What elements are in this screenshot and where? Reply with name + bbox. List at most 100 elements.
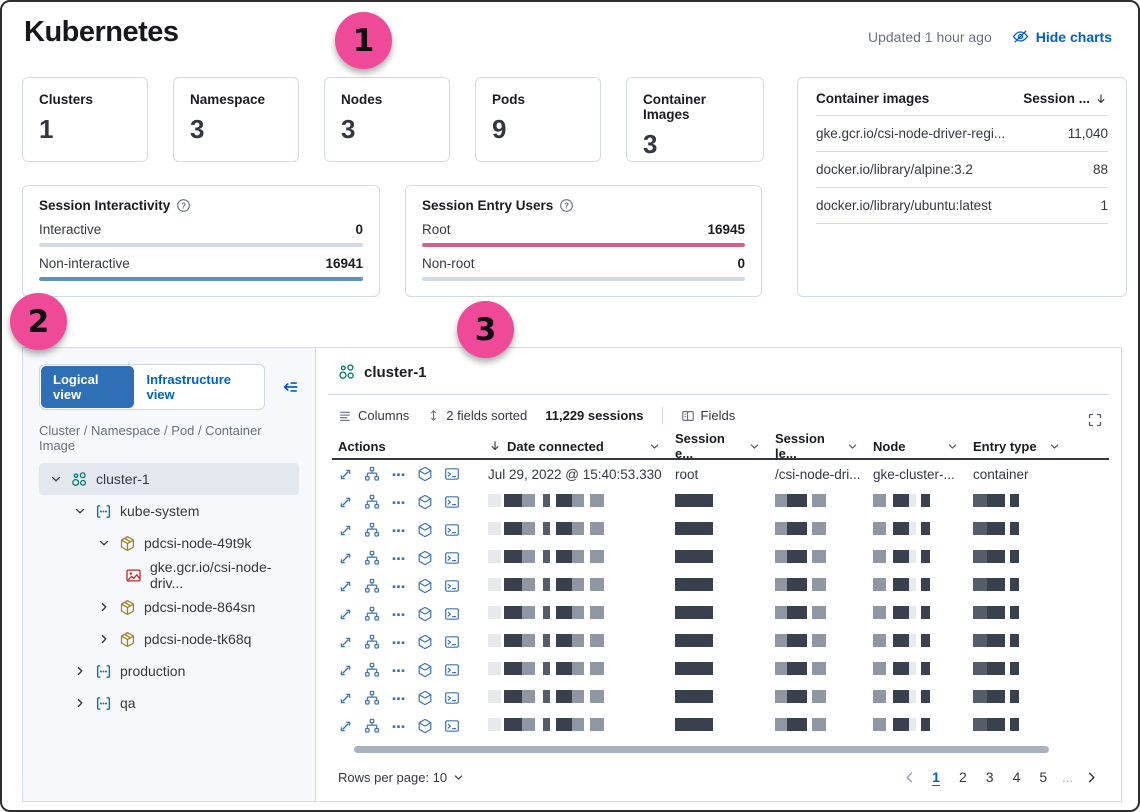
more-actions-icon[interactable] [391,691,406,706]
column-header-entry-type[interactable]: Entry type [967,439,1063,454]
bar-value: 16945 [707,222,745,237]
eye-slash-icon [1012,28,1029,45]
chevron-right-icon [97,600,111,614]
tree-item-kube-system[interactable]: kube-system [39,495,299,527]
terminal-icon[interactable] [444,662,460,678]
process-tree-icon[interactable] [364,578,380,594]
cube-icon[interactable] [417,634,433,650]
process-tree-icon[interactable] [364,606,380,622]
table-row-redacted [332,544,1109,572]
fields-button[interactable]: Fields [681,408,736,423]
expand-session-icon[interactable] [338,523,353,538]
terminal-icon[interactable] [444,690,460,706]
more-actions-icon[interactable] [391,495,406,510]
cube-icon[interactable] [417,662,433,678]
expand-session-icon[interactable] [338,495,353,510]
expand-session-icon[interactable] [338,663,353,678]
terminal-icon[interactable] [444,718,460,734]
expand-session-icon[interactable] [338,635,353,650]
more-actions-icon[interactable] [391,551,406,566]
terminal-icon[interactable] [444,578,460,594]
sessions-sort-header[interactable]: Session ... [1023,91,1108,106]
tree-item-cluster-1[interactable]: cluster-1 [39,463,299,495]
more-actions-icon[interactable] [391,579,406,594]
page-5[interactable]: 5 [1035,767,1051,787]
cube-icon[interactable] [417,578,433,594]
process-tree-icon[interactable] [364,494,380,510]
sort-fields-button[interactable]: 2 fields sorted [427,408,527,423]
process-tree-icon[interactable] [364,522,380,538]
column-header-date-connected[interactable]: Date connected [482,439,669,454]
column-header-session-leader[interactable]: Session le... [769,431,867,461]
table-footer: Rows per page: 10 1 2 3 4 5 ... [316,753,1121,801]
terminal-icon[interactable] [444,550,460,566]
more-actions-icon[interactable] [391,635,406,650]
expand-session-icon[interactable] [338,719,353,734]
page-4[interactable]: 4 [1009,767,1025,787]
session-count: 1 [1100,198,1108,213]
more-actions-icon[interactable] [391,607,406,622]
fullscreen-icon[interactable] [1087,412,1103,428]
more-actions-icon[interactable] [391,719,406,734]
terminal-icon[interactable] [444,634,460,650]
cube-icon[interactable] [417,718,433,734]
rows-per-page-button[interactable]: Rows per page: 10 [338,770,465,785]
chevron-down-icon[interactable] [946,440,959,453]
column-header-node[interactable]: Node [867,439,967,454]
logical-view-button[interactable]: Logical view [41,366,134,408]
help-icon[interactable]: ? [176,198,191,213]
tree-item-pdcsi-node-tk68q[interactable]: pdcsi-node-tk68q [39,623,299,655]
tree-item-pdcsi-node-864sn[interactable]: pdcsi-node-864sn [39,591,299,623]
terminal-icon[interactable] [444,494,460,510]
more-actions-icon[interactable] [391,663,406,678]
cube-icon[interactable] [417,466,433,482]
collapse-tree-icon[interactable] [281,378,299,396]
expand-session-icon[interactable] [338,691,353,706]
chevron-down-icon[interactable] [648,440,661,453]
terminal-icon[interactable] [444,522,460,538]
process-tree-icon[interactable] [364,718,380,734]
next-page-icon[interactable] [1084,770,1099,785]
terminal-icon[interactable] [444,466,460,482]
previous-page-icon[interactable] [902,770,917,785]
cube-icon[interactable] [417,606,433,622]
tree-item-container-image[interactable]: gke.gcr.io/csi-node-driv... [39,559,299,591]
process-tree-icon[interactable] [364,662,380,678]
kubernetes-dashboard: Kubernetes Updated 1 hour ago Hide chart… [0,0,1140,812]
column-header-session-entry[interactable]: Session e... [669,431,769,461]
rows-per-page-label: Rows per page: 10 [338,770,447,785]
expand-session-icon[interactable] [338,579,353,594]
chevron-down-icon[interactable] [748,440,761,453]
cube-icon[interactable] [417,522,433,538]
horizontal-scrollbar[interactable] [354,746,1049,753]
expand-session-icon[interactable] [338,467,353,482]
process-tree-icon[interactable] [364,466,380,482]
expand-session-icon[interactable] [338,607,353,622]
cube-icon[interactable] [417,550,433,566]
infrastructure-view-button[interactable]: Infrastructure view [134,366,263,408]
process-tree-icon[interactable] [364,634,380,650]
sorted-label: 2 fields sorted [446,408,527,423]
tree-item-pdcsi-node-49t9k[interactable]: pdcsi-node-49t9k [39,527,299,559]
more-actions-icon[interactable] [391,523,406,538]
terminal-icon[interactable] [444,606,460,622]
image-icon [125,567,142,584]
chevron-down-icon[interactable] [1048,440,1061,453]
tree-item-qa[interactable]: qa [39,687,299,719]
hide-charts-button[interactable]: Hide charts [1012,28,1112,45]
chevron-down-icon[interactable] [846,440,859,453]
help-icon[interactable]: ? [559,198,574,213]
more-actions-icon[interactable] [391,467,406,482]
redacted-cell [482,494,669,510]
cube-icon[interactable] [417,690,433,706]
cube-icon[interactable] [417,494,433,510]
process-tree-icon[interactable] [364,550,380,566]
page-1[interactable]: 1 [928,767,944,787]
page-2[interactable]: 2 [955,767,971,787]
expand-session-icon[interactable] [338,551,353,566]
page-3[interactable]: 3 [982,767,998,787]
cell-session-leader: /csi-node-dri... [769,467,867,482]
tree-item-production[interactable]: production [39,655,299,687]
columns-button[interactable]: Columns [338,408,409,423]
process-tree-icon[interactable] [364,690,380,706]
